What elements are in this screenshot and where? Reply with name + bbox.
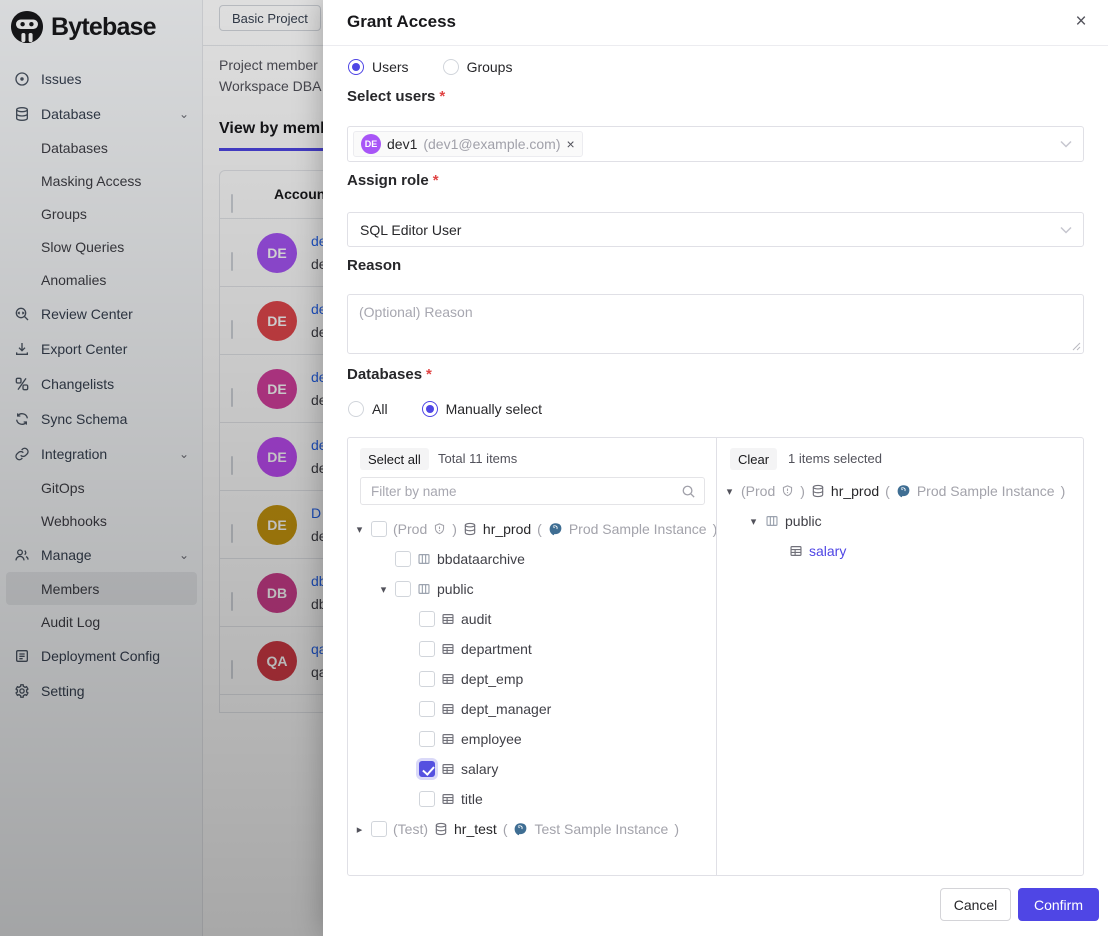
table-icon [441,732,455,746]
checkbox[interactable] [419,611,435,627]
groups-radio[interactable] [443,59,459,75]
tree-node-hr-test[interactable]: ▸ (Test) hr_test ( Test Sample Instance … [348,814,716,844]
caret-right-icon[interactable]: ▸ [354,823,365,836]
required-asterisk: * [439,88,445,105]
caret-down-icon[interactable]: ▾ [378,583,389,596]
environment-shield-icon [781,484,794,498]
selected-user-email: (dev1@example.com) [423,136,560,152]
tree-node-salary-selected[interactable]: salary [718,536,1083,566]
source-tree: ▾ (Prod ) hr_prod ( Prod Sample Instance… [348,514,716,844]
caret-down-icon[interactable]: ▾ [748,515,759,528]
resize-grip-icon[interactable] [1072,342,1081,351]
caret-down-icon[interactable]: ▾ [724,485,735,498]
cancel-button[interactable]: Cancel [940,888,1011,921]
close-icon[interactable]: × [1068,9,1094,35]
postgres-icon [513,822,528,837]
postgres-icon [548,522,563,537]
tree-node-public[interactable]: ▾ public [348,574,716,604]
db-mode-radio-group: All Manually select [348,401,542,417]
required-asterisk: * [433,172,439,189]
tree-node-hr-prod[interactable]: ▾ (Prod ) hr_prod ( Prod Sample Instance… [348,514,716,544]
tree-node-dept-manager[interactable]: dept_manager [348,694,716,724]
schema-icon [417,552,431,566]
tree-node-bbdataarchive[interactable]: bbdataarchive [348,544,716,574]
tree-node-department[interactable]: department [348,634,716,664]
environment-shield-icon [433,522,446,536]
source-panel: Select all Total 11 items Filter by name… [348,438,717,875]
reason-textarea[interactable]: (Optional) Reason [347,294,1084,354]
chevron-down-icon [1060,226,1072,234]
reason-label: Reason [347,257,401,274]
users-radio[interactable] [348,59,364,75]
reason-placeholder: (Optional) Reason [359,304,473,320]
assign-role-value: SQL Editor User [360,222,461,238]
checkbox[interactable] [371,821,387,837]
selected-count-text: 1 items selected [788,451,882,466]
all-databases-radio[interactable] [348,401,364,417]
clear-button[interactable]: Clear [730,448,777,470]
groups-radio-label: Groups [467,59,513,75]
database-icon [811,484,825,498]
table-icon [441,642,455,656]
filter-input[interactable]: Filter by name [360,477,705,505]
table-icon [789,544,803,558]
table-icon [441,702,455,716]
checkbox[interactable] [395,581,411,597]
chevron-down-icon [1060,140,1072,148]
tree-node-public[interactable]: ▾ public [718,506,1083,536]
filter-placeholder: Filter by name [371,484,457,499]
checkbox[interactable] [371,521,387,537]
checkbox[interactable] [419,701,435,717]
selected-user-tag: DE dev1 (dev1@example.com) × [353,131,583,157]
schema-icon [765,514,779,528]
table-icon [441,672,455,686]
tree-node-title[interactable]: title [348,784,716,814]
assign-role-select[interactable]: SQL Editor User [347,212,1084,247]
all-databases-label: All [372,401,388,417]
remove-user-icon[interactable]: × [567,136,575,152]
users-radio-label: Users [372,59,409,75]
selected-user-name: dev1 [387,136,417,152]
tree-node-audit[interactable]: audit [348,604,716,634]
table-icon [441,612,455,626]
database-icon [434,822,448,836]
database-transfer-panel: Select all Total 11 items Filter by name… [347,437,1084,876]
member-type-radio-group: Users Groups [348,59,512,75]
select-all-button[interactable]: Select all [360,448,429,470]
search-icon [681,484,696,499]
table-icon [441,762,455,776]
selected-tree: ▾ (Prod ) hr_prod ( Prod Sample Instance… [718,476,1083,566]
tree-node-employee[interactable]: employee [348,724,716,754]
select-users-label: Select users* [347,88,445,105]
database-icon [463,522,477,536]
table-icon [441,792,455,806]
grant-access-modal: Grant Access × Users Groups Select users… [323,0,1108,936]
tree-node-salary[interactable]: salary [348,754,716,784]
selected-panel: Clear 1 items selected ▾ (Prod ) hr_prod… [718,438,1083,875]
confirm-button[interactable]: Confirm [1018,888,1099,921]
checkbox[interactable] [419,731,435,747]
modal-title: Grant Access [347,12,456,32]
modal-header: Grant Access × [323,0,1108,46]
tree-node-hr-prod[interactable]: ▾ (Prod ) hr_prod ( Prod Sample Instance… [718,476,1083,506]
caret-down-icon[interactable]: ▾ [354,523,365,536]
required-asterisk: * [426,366,432,383]
postgres-icon [896,484,911,499]
checkbox-checked[interactable] [419,761,435,777]
total-items-text: Total 11 items [438,451,517,466]
tree-node-dept-emp[interactable]: dept_emp [348,664,716,694]
manually-select-radio[interactable] [422,401,438,417]
checkbox[interactable] [395,551,411,567]
avatar: DE [361,134,381,154]
schema-icon [417,582,431,596]
checkbox[interactable] [419,671,435,687]
databases-label: Databases* [347,366,432,383]
assign-role-label: Assign role* [347,172,439,189]
manually-select-label: Manually select [446,401,543,417]
checkbox[interactable] [419,791,435,807]
select-users-input[interactable]: DE dev1 (dev1@example.com) × [347,126,1084,162]
checkbox[interactable] [419,641,435,657]
